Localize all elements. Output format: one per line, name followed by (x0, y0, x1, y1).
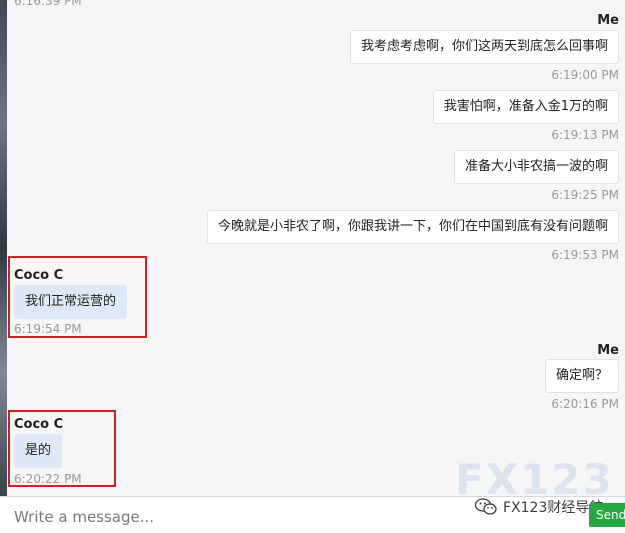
agent-message-bubble: 是的 (14, 434, 63, 468)
message-timestamp: 6:19:25 PM (551, 188, 619, 202)
message-timestamp: 6:19:54 PM (14, 322, 82, 336)
my-message-bubble: 准备大小非农搞一波的啊 (453, 150, 619, 184)
my-message-bubble: 我考虑考虑啊，你们这两天到底怎么回事啊 (349, 30, 619, 64)
message-timestamp: 6:19:53 PM (551, 248, 619, 262)
sender-name: Coco C (14, 268, 64, 283)
background-window-strip (0, 0, 7, 496)
chat-history[interactable]: 6:16:39 PM Me 我考虑考虑啊，你们这两天到底怎么回事啊 6:19:0… (7, 0, 625, 496)
sender-name: Coco C (14, 417, 64, 432)
message-timestamp: 6:19:00 PM (551, 68, 619, 82)
watermark-logo: FX123 (455, 455, 614, 504)
message-timestamp: 6:20:22 PM (14, 472, 82, 486)
wechat-icon (475, 498, 497, 515)
my-message-bubble: 我害怕啊，准备入金1万的啊 (432, 90, 619, 124)
sender-name: Me (597, 13, 619, 28)
my-message-bubble: 确定啊？ (544, 359, 619, 393)
message-timestamp: 6:19:13 PM (551, 128, 619, 142)
sender-name: Me (597, 343, 619, 358)
agent-message-bubble: 我们正常运营的 (14, 285, 128, 319)
message-timestamp: 6:16:39 PM (14, 0, 82, 8)
message-input[interactable] (14, 506, 434, 528)
send-button[interactable]: Send (589, 503, 625, 527)
my-message-bubble: 今晚就是小非农了啊，你跟我讲一下，你们在中国到底有没有问题啊 (206, 210, 619, 244)
message-timestamp: 6:20:16 PM (551, 397, 619, 411)
watermark-caption: FX123财经导航 (475, 497, 603, 517)
